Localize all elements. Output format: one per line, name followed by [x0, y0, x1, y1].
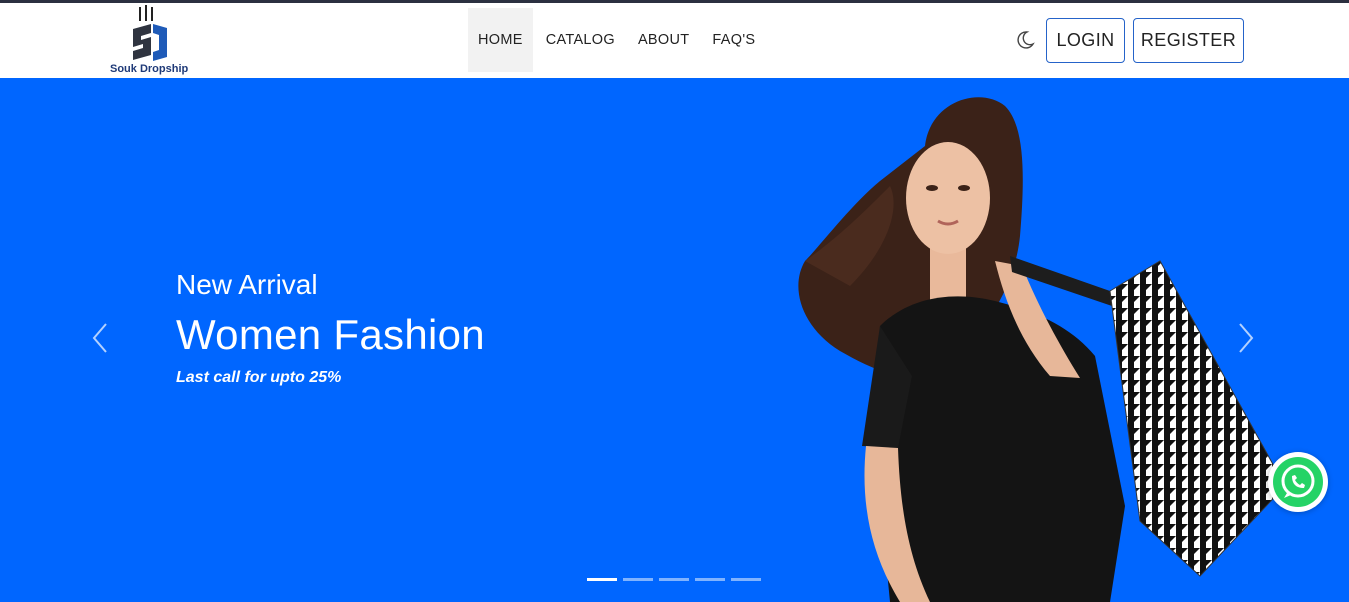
carousel-indicator[interactable]: [623, 578, 653, 581]
carousel-indicator[interactable]: [587, 578, 617, 581]
nav-catalog[interactable]: CATALOG: [536, 8, 625, 72]
nav-faqs[interactable]: FAQ'S: [702, 8, 765, 72]
hero-carousel: New Arrival Women Fashion Last call for …: [0, 78, 1349, 602]
logo-mark-icon: [133, 5, 167, 61]
carousel-indicator[interactable]: [659, 578, 689, 581]
login-button[interactable]: LOGIN: [1046, 18, 1125, 63]
hero-note: Last call for upto 25%: [176, 369, 342, 386]
carousel-prev-button[interactable]: [88, 318, 112, 358]
register-button[interactable]: REGISTER: [1133, 18, 1244, 63]
chevron-left-icon: [92, 323, 107, 353]
whatsapp-button[interactable]: [1268, 452, 1328, 512]
moon-icon[interactable]: [1014, 29, 1036, 51]
brand-name: Souk Dropship: [110, 63, 189, 75]
hero-title: Women Fashion: [176, 311, 485, 358]
carousel-indicators: [587, 578, 767, 581]
hero-subtitle: New Arrival: [176, 269, 318, 300]
nav-home[interactable]: HOME: [468, 8, 533, 72]
whatsapp-icon: [1273, 457, 1323, 507]
hero-model-image: [798, 97, 1286, 602]
navbar: Souk Dropship HOME CATALOG ABOUT FAQ'S L…: [0, 3, 1349, 78]
brand-logo[interactable]: Souk Dropship: [106, 5, 198, 77]
carousel-indicator[interactable]: [731, 578, 761, 581]
nav-about[interactable]: ABOUT: [628, 8, 699, 72]
carousel-indicator[interactable]: [695, 578, 725, 581]
main-nav: HOME CATALOG ABOUT FAQ'S: [468, 8, 768, 72]
